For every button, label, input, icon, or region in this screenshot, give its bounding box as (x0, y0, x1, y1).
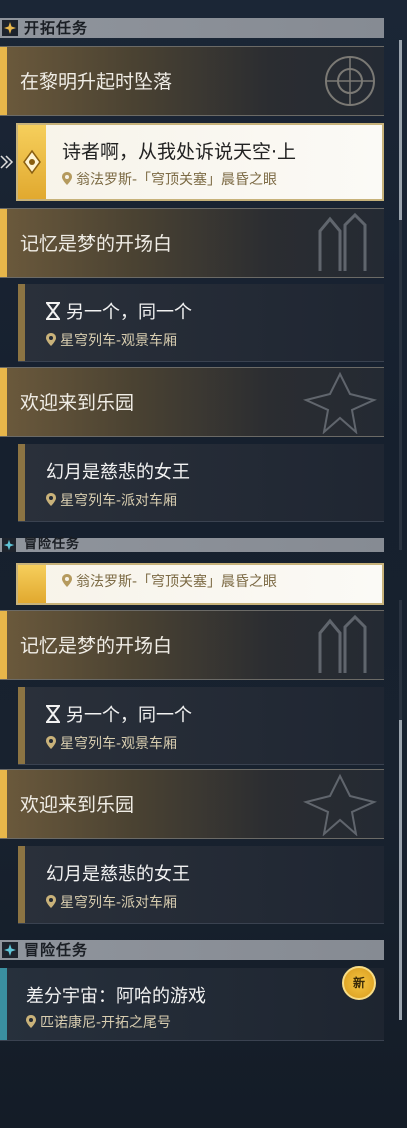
mission-emblem-icon (302, 773, 378, 836)
mission-title: 记忆是梦的开场白 (20, 635, 173, 657)
mission-accent (0, 611, 7, 679)
quest-location-text: 翁法罗斯-「穹顶关塞」晨昏之眼 (76, 574, 278, 590)
quest-location: 翁法罗斯-「穹顶关塞」晨昏之眼 (62, 571, 277, 591)
quest-accent (18, 687, 25, 764)
location-pin-icon (62, 574, 72, 587)
new-badge: 新 (342, 966, 376, 1000)
hourglass-icon (46, 705, 60, 723)
quest-title: 另一个，同一个 (46, 298, 192, 324)
selected-quest-partial[interactable]: 翁法罗斯-「穹顶关塞」晨昏之眼 (16, 563, 384, 605)
adventure-star-icon (2, 538, 16, 552)
quest-location-text: 星穹列车-派对车厢 (60, 895, 178, 911)
scrollbar-thumb[interactable] (399, 720, 402, 1020)
location-pin-icon (46, 493, 56, 506)
selected-indicator-icon (0, 155, 14, 169)
quest-accent (0, 968, 7, 1040)
adventure-star-icon (2, 942, 18, 958)
location-pin-icon (62, 172, 72, 185)
quest-row-another[interactable]: 另一个，同一个 星穹列车-观景车厢 (18, 687, 384, 765)
quest-location: 星穹列车-观景车厢 (46, 330, 177, 350)
section-label: 冒险任务 (24, 537, 81, 552)
quest-location-text: 翁法罗斯-「穹顶关塞」晨昏之眼 (76, 172, 278, 188)
quest-badge (18, 125, 46, 199)
quest-row-another[interactable]: 另一个，同一个 星穹列车-观景车厢 (18, 284, 384, 362)
trailblaze-star-icon (2, 20, 18, 36)
adventure-section-header-partial: 冒险任务 (0, 538, 384, 552)
section-label: 冒险任务 (24, 941, 89, 959)
selected-quest[interactable]: 诗者啊，从我处诉说天空·上 翁法罗斯-「穹顶关塞」晨昏之眼 (16, 123, 384, 201)
quest-location-text: 星穹列车-观景车厢 (60, 333, 178, 349)
mission-emblem-icon (302, 371, 378, 434)
quest-title: 诗者啊，从我处诉说天空·上 (62, 141, 297, 163)
mission-emblem-icon (325, 56, 375, 106)
mission-title: 记忆是梦的开场白 (20, 233, 173, 255)
scrollbar-thumb[interactable] (399, 40, 402, 220)
mission-title: 欢迎来到乐园 (20, 794, 135, 816)
quest-location: 星穹列车-观景车厢 (46, 733, 177, 753)
quest-location-text: 匹诺康尼-开拓之尾号 (40, 1015, 172, 1031)
quest-location-text: 星穹列车-观景车厢 (60, 736, 178, 752)
diamond-icon (23, 149, 41, 175)
adventure-section-header: 冒险任务 (0, 940, 384, 960)
quest-row-moon[interactable]: 幻月是慈悲的女王 星穹列车-派对车厢 (18, 846, 384, 924)
section-label: 开拓任务 (24, 19, 89, 37)
quest-title-text: 另一个，同一个 (66, 705, 192, 726)
quest-title: 差分宇宙：阿哈的游戏 (26, 986, 206, 1007)
quest-title: 幻月是慈悲的女王 (46, 462, 190, 483)
mission-row-memory[interactable]: 记忆是梦的开场白 (0, 208, 384, 278)
mission-row-paradise[interactable]: 欢迎来到乐园 (0, 367, 384, 437)
mission-title: 欢迎来到乐园 (20, 392, 135, 414)
quest-title: 幻月是慈悲的女王 (46, 864, 190, 885)
mission-row-memory[interactable]: 记忆是梦的开场白 (0, 610, 384, 680)
quest-title: 另一个，同一个 (46, 701, 192, 727)
mission-emblem-icon (318, 212, 367, 271)
location-pin-icon (46, 333, 56, 346)
mission-accent (0, 368, 7, 436)
quest-location: 匹诺康尼-开拓之尾号 (26, 1012, 171, 1032)
location-pin-icon (46, 895, 56, 908)
quest-location-text: 星穹列车-派对车厢 (60, 493, 178, 509)
quest-location: 星穹列车-派对车厢 (46, 892, 177, 912)
quest-accent (18, 444, 25, 521)
trailblaze-section-header: 开拓任务 (0, 18, 384, 38)
mission-accent (0, 209, 7, 277)
location-pin-icon (26, 1015, 36, 1028)
mission-row-paradise[interactable]: 欢迎来到乐园 (0, 769, 384, 839)
adventure-quest-row[interactable]: 差分宇宙：阿哈的游戏 匹诺康尼-开拓之尾号 新 (0, 966, 384, 1041)
location-pin-icon (46, 736, 56, 749)
quest-row-moon[interactable]: 幻月是慈悲的女王 星穹列车-派对车厢 (18, 444, 384, 522)
mission-accent (0, 770, 7, 838)
quest-location: 翁法罗斯-「穹顶关塞」晨昏之眼 (62, 169, 277, 189)
quest-accent (18, 846, 25, 923)
quest-badge (18, 565, 46, 603)
mission-accent (0, 47, 7, 115)
mission-row-dawn[interactable]: 在黎明升起时坠落 (0, 46, 384, 116)
quest-title-text: 另一个，同一个 (66, 302, 192, 323)
mission-title: 在黎明升起时坠落 (20, 71, 173, 93)
mission-emblem-icon (318, 614, 367, 673)
quest-accent (18, 284, 25, 361)
hourglass-icon (46, 302, 60, 320)
quest-location: 星穹列车-派对车厢 (46, 490, 177, 510)
